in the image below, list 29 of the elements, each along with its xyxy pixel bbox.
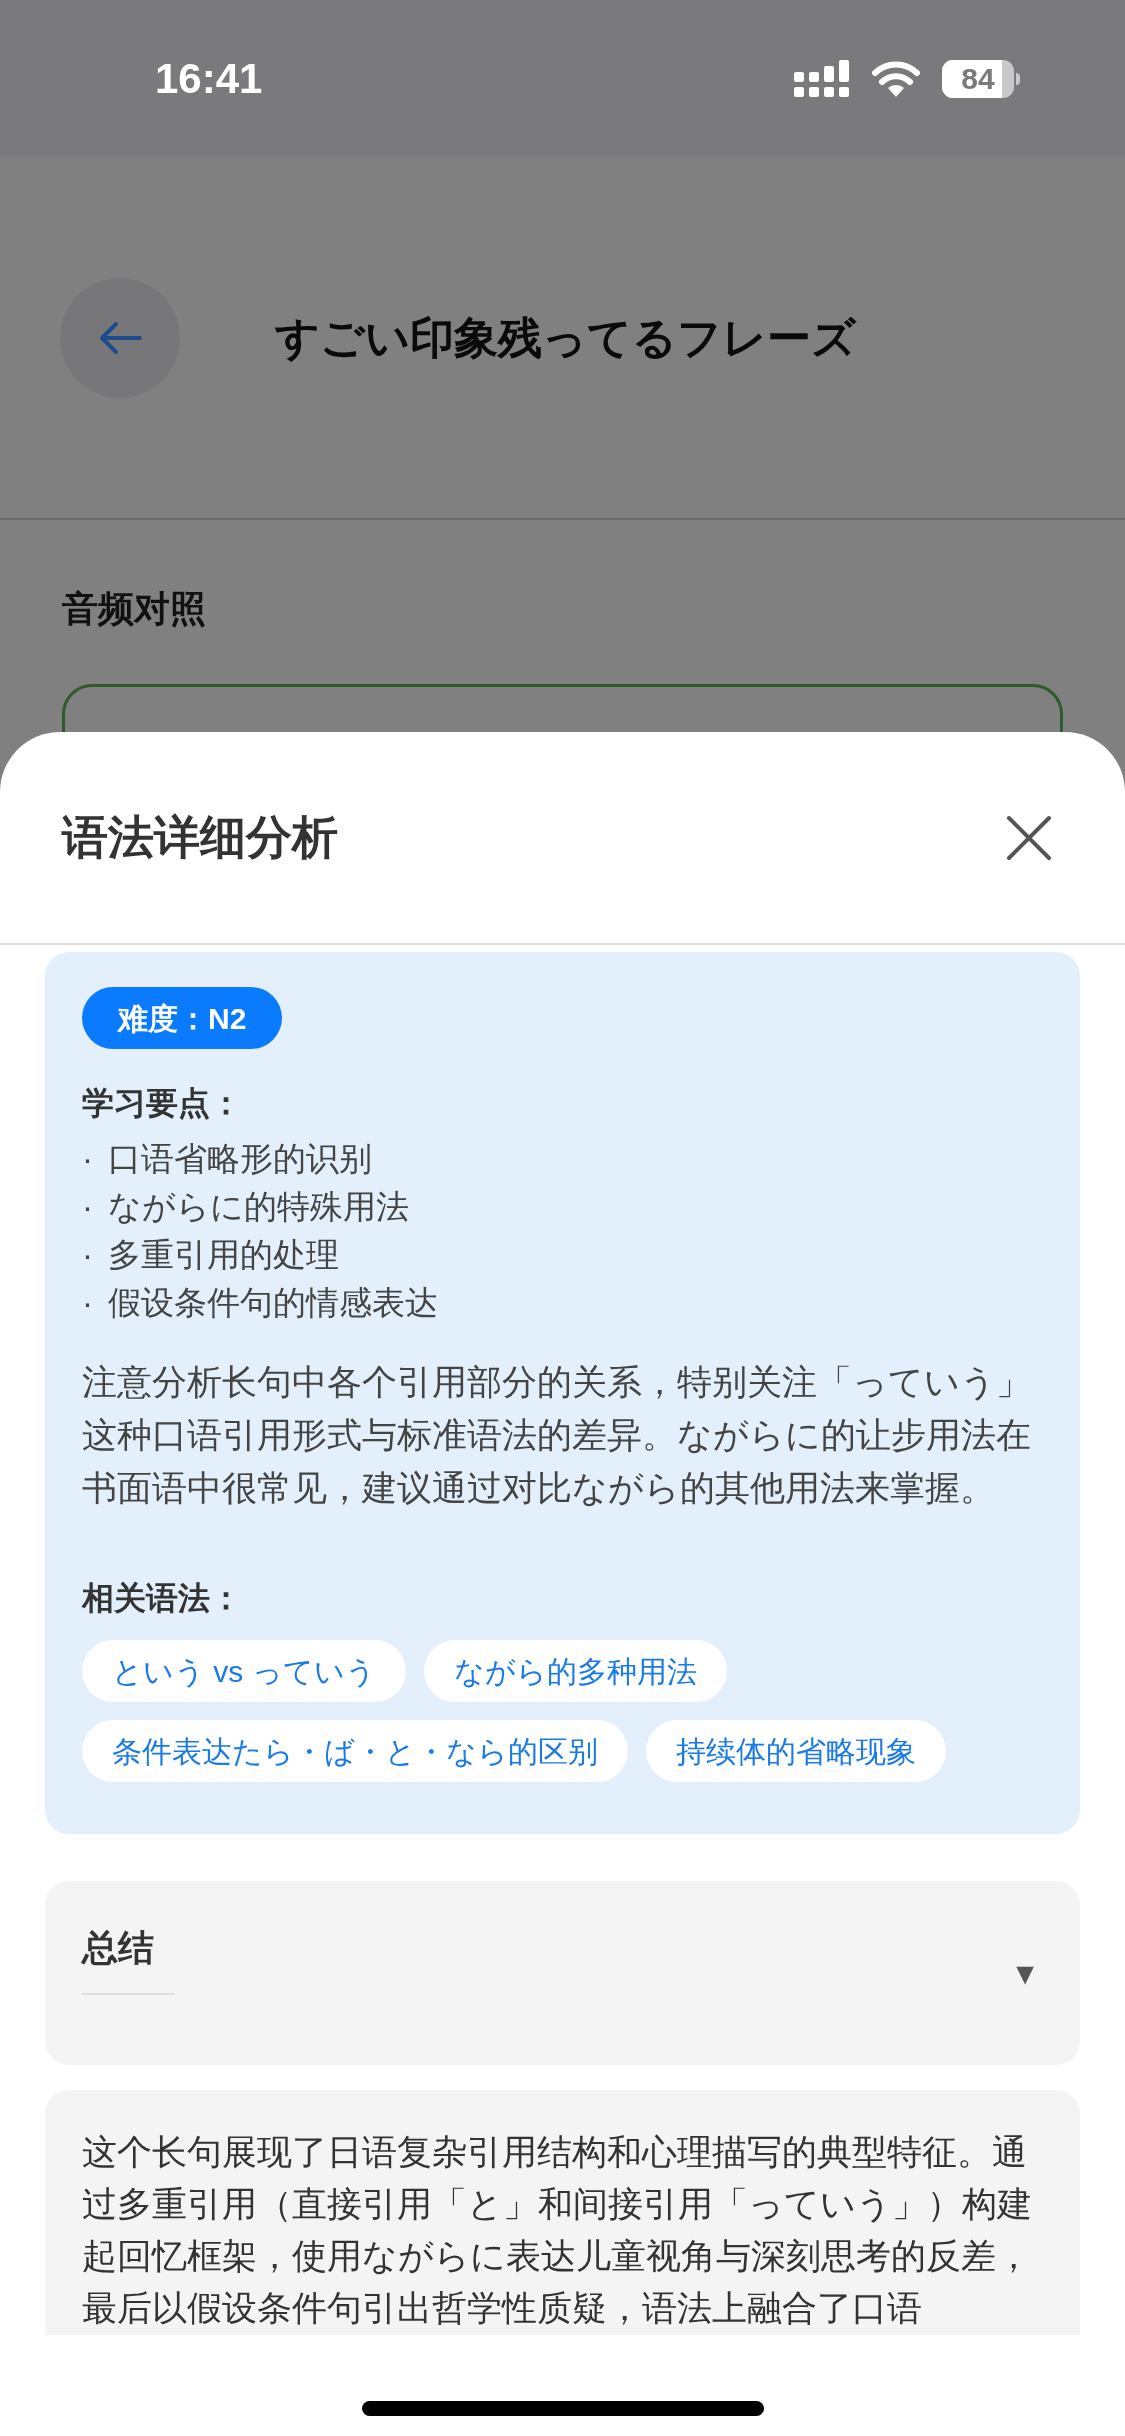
summary-paragraph: 这个长句展现了日语复杂引用结构和心理描写的典型特征。通过多重引用（直接引用「と」和间接引用「っていう」）构建起回忆框架，使用ながらに表达儿童视角与深刻思考的反差，最后以假设条件句引出哲学性质疑，语法上融合了口语 [82,2131,1032,2329]
page-title: すごい印象残ってるフレーズ [275,311,856,364]
bullet-mark: · [82,1187,94,1228]
dropdown-arrow[interactable]: ▼ [1010,1950,1040,1996]
grammar-tag[interactable]: という vs っていう [82,1640,406,1702]
close-icon [1006,814,1052,861]
note-paragraph: 注意分析长句中各个引用部分的关系，特别关注「っていう」这种口语引用形式与标准语法的差异。ながらに的让步用法在书面语中很常见，建议通过对比ながら的其他用法来掌握。 [82,1361,1032,1509]
wifi-icon [872,60,920,97]
learning-point: ながらに的特殊用法 [108,1187,409,1228]
grammar-tag[interactable]: 条件表达たら・ば・と・なら的区别 [82,1720,628,1782]
section-title: 音频对照 [62,588,206,629]
grammar-tag[interactable]: ながら的多种用法 [423,1640,727,1702]
signal-icon [794,59,850,98]
status-time: 16:41 [155,54,263,104]
points-heading: 学习要点： [82,1084,242,1123]
summary-title: 总结 [82,1921,174,1995]
grammar-tag[interactable]: 持续体的省略现象 [646,1720,946,1782]
learning-point: 多重引用的处理 [108,1235,339,1276]
bullet-mark: · [82,1235,94,1276]
learning-point: 口语省略形的识别 [108,1139,372,1180]
difficulty-badge: 难度：N2 [82,987,283,1049]
related-heading: 相关语法： [82,1579,242,1618]
back-arrow-icon [98,320,142,355]
bullet-mark: · [82,1139,94,1180]
sheet-title: 语法详细分析 [62,810,338,865]
summary-card[interactable]: 总结 ▼ [45,1881,1080,2065]
battery-level: 84 [960,61,996,97]
learning-point: 假设条件句的情感表达 [108,1283,438,1324]
bullet-mark: · [82,1283,94,1324]
